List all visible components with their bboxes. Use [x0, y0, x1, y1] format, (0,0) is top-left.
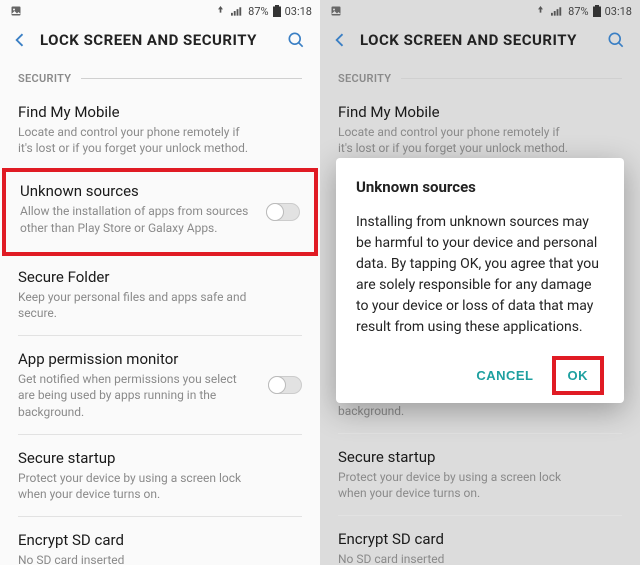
- item-title: Encrypt SD card: [18, 531, 302, 549]
- item-title: Secure Folder: [18, 268, 302, 286]
- item-title: Secure startup: [18, 449, 302, 467]
- item-title: Find My Mobile: [18, 103, 302, 121]
- item-title: Unknown sources: [20, 182, 300, 200]
- item-desc: Protect your device by using a screen lo…: [18, 470, 302, 502]
- clock: 03:18: [285, 5, 312, 18]
- ok-button[interactable]: OK: [556, 360, 601, 391]
- battery-pct: 87%: [248, 5, 268, 18]
- item-desc: No SD card inserted: [18, 552, 302, 565]
- picture-icon: [10, 5, 22, 17]
- item-desc: Locate and control your phone remotely i…: [18, 124, 302, 156]
- signal-icon: [231, 6, 244, 16]
- dialog-body: Installing from unknown sources may be h…: [356, 212, 604, 338]
- dialog-overlay: Unknown sources Installing from unknown …: [320, 0, 640, 565]
- item-desc: Keep your personal files and apps safe a…: [18, 289, 302, 321]
- highlight-unknown-sources: Unknown sources Allow the installation o…: [2, 168, 318, 255]
- item-encrypt-sd[interactable]: Encrypt SD card No SD card inserted: [0, 517, 320, 565]
- app-header: LOCK SCREEN AND SECURITY: [0, 22, 320, 58]
- item-app-permission-monitor[interactable]: App permission monitor Get notified when…: [0, 336, 320, 434]
- dialog-title: Unknown sources: [356, 178, 604, 196]
- battery-icon: [273, 5, 281, 17]
- dialog-actions: CANCEL OK: [356, 356, 604, 395]
- divider: [81, 78, 302, 79]
- search-icon[interactable]: [286, 30, 306, 50]
- section-header: SECURITY: [0, 58, 320, 89]
- cancel-button[interactable]: CANCEL: [464, 360, 545, 391]
- item-find-my-mobile[interactable]: Find My Mobile Locate and control your p…: [0, 89, 320, 170]
- item-secure-folder[interactable]: Secure Folder Keep your personal files a…: [0, 254, 320, 335]
- data-icon: [214, 6, 227, 16]
- item-desc: Get notified when permissions you select…: [18, 371, 302, 420]
- item-secure-startup[interactable]: Secure startup Protect your device by us…: [0, 435, 320, 516]
- back-icon[interactable]: [10, 30, 30, 50]
- toggle-app-permission[interactable]: [268, 376, 302, 394]
- item-title: App permission monitor: [18, 350, 302, 368]
- page-title: LOCK SCREEN AND SECURITY: [40, 31, 276, 49]
- toggle-unknown-sources[interactable]: [266, 203, 300, 221]
- screenshot-left: 87% 03:18 LOCK SCREEN AND SECURITY SECUR…: [0, 0, 320, 565]
- screenshot-right: 87% 03:18 LOCK SCREEN AND SECURITY SECUR…: [320, 0, 640, 565]
- section-label: SECURITY: [18, 72, 71, 85]
- dialog-unknown-sources: Unknown sources Installing from unknown …: [336, 158, 624, 403]
- status-bar: 87% 03:18: [0, 0, 320, 22]
- highlight-ok: OK: [552, 356, 605, 395]
- item-desc: Allow the installation of apps from sour…: [20, 203, 300, 235]
